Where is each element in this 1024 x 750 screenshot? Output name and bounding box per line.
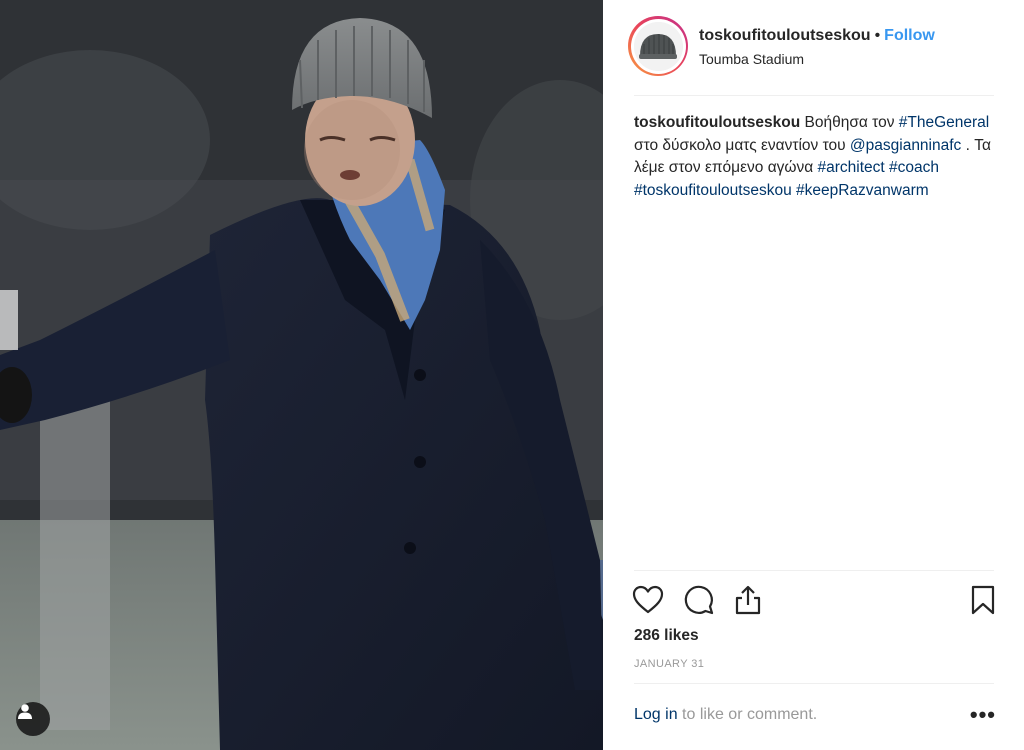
share-button[interactable] (731, 582, 765, 618)
caption-text: στο δύσκολο ματς εναντίον του (634, 136, 846, 154)
actions-divider (634, 570, 994, 571)
hashtag-link[interactable]: #toskoufitouloutseskou (634, 182, 792, 199)
mention-link[interactable]: @pasgianninafc (850, 137, 961, 154)
post-photo[interactable] (0, 0, 603, 750)
post-header: toskoufitouloutseskou • Follow Toumba Stad… (603, 0, 1024, 96)
caption-text: Βοήθησα τον (804, 114, 895, 131)
login-prompt-text: to like or comment. (682, 706, 818, 723)
bookmark-icon (971, 585, 995, 615)
follow-button[interactable]: Follow (884, 27, 935, 44)
comment-button[interactable] (682, 582, 716, 618)
more-options-button[interactable]: ••• (970, 702, 996, 728)
save-button[interactable] (966, 582, 1000, 618)
avatar-image (633, 21, 682, 70)
avatar[interactable] (628, 16, 688, 76)
hashtag-link[interactable]: #coach (889, 159, 939, 176)
likes-count[interactable]: 286 likes (634, 627, 699, 645)
share-icon (735, 585, 761, 615)
heart-icon (632, 585, 664, 614)
hashtag-link[interactable]: #TheGeneral (899, 114, 989, 131)
separator-dot: • (874, 27, 881, 44)
post-caption: toskoufitouloutseskou Βοήθησα τον #TheGe… (634, 112, 999, 202)
post-photo-illustration (0, 0, 603, 750)
hashtag-link[interactable]: #keepRazvanwarm (796, 182, 929, 199)
header-username-row: toskoufitouloutseskou • Follow (699, 27, 935, 45)
comment-icon (684, 585, 714, 615)
location-link[interactable]: Toumba Stadium (699, 51, 804, 67)
footer-divider (634, 683, 994, 684)
post-date[interactable]: JANUARY 31 (634, 658, 704, 670)
login-link[interactable]: Log in (634, 706, 678, 723)
login-prompt: Log in to like or comment. ••• (634, 702, 996, 730)
like-button[interactable] (631, 582, 665, 618)
post-actions (631, 582, 996, 618)
post-details-panel: toskoufitouloutseskou • Follow Toumba Stad… (603, 0, 1024, 750)
tagged-users-button[interactable] (16, 702, 50, 736)
hashtag-link[interactable]: #architect (818, 159, 885, 176)
caption-username[interactable]: toskoufitouloutseskou (634, 114, 800, 131)
user-icon (18, 704, 32, 719)
username-link[interactable]: toskoufitouloutseskou (699, 27, 871, 44)
header-divider (634, 95, 994, 96)
